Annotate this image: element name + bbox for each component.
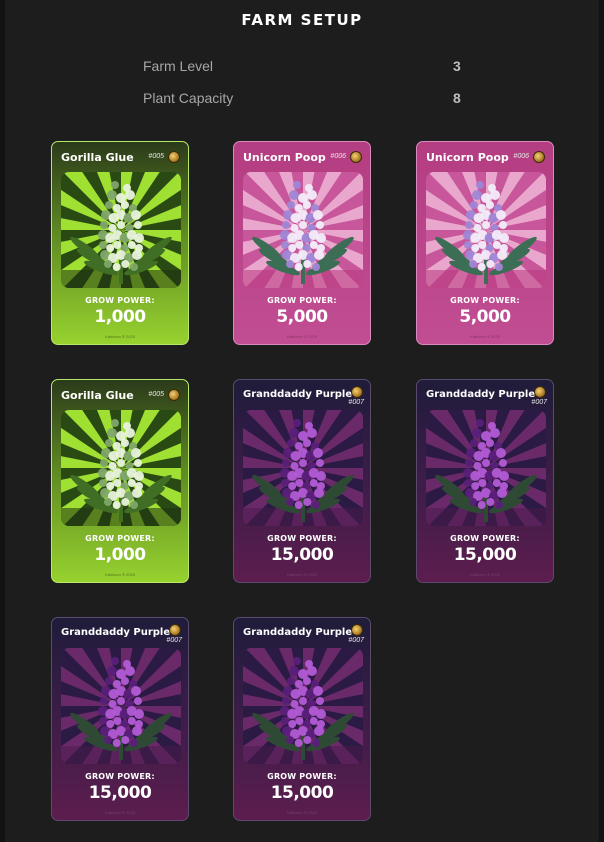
plant-name: Unicorn Poop (426, 151, 509, 164)
grow-power-label: GROW POWER: (85, 772, 155, 781)
card-footer: Kabloom ® 2025 (287, 334, 317, 339)
card-footer: Kabloom ® 2025 (105, 810, 135, 815)
farm-level-label: Farm Level (143, 58, 214, 74)
plant-capacity-value: 8 (453, 90, 461, 106)
cannabis-bud-icon (426, 410, 546, 526)
grow-power-value: 1,000 (94, 545, 146, 565)
grow-power-value: 15,000 (270, 783, 334, 803)
plant-name: Granddaddy Purple (61, 627, 171, 638)
coin-icon (533, 151, 545, 163)
plant-card-8[interactable]: Granddaddy Purple #007 GROW POWER: 15,00… (233, 617, 371, 821)
card-footer: Kabloom ® 2025 (105, 334, 135, 339)
plant-number: #006 (513, 153, 529, 160)
plant-number: #005 (148, 391, 164, 398)
cannabis-bud-icon (426, 172, 546, 288)
coin-icon (350, 151, 362, 163)
plant-card-4[interactable]: Gorilla Glue #005 GROW POWER: 1,000 Kabl… (51, 379, 189, 583)
grow-power-label: GROW POWER: (450, 534, 520, 543)
plant-card-3[interactable]: Unicorn Poop #006 GROW POWER: 5,000 Kabl… (416, 141, 554, 345)
plant-card-2[interactable]: Unicorn Poop #006 GROW POWER: 5,000 Kabl… (233, 141, 371, 345)
cannabis-bud-icon (61, 648, 181, 764)
grow-power-label: GROW POWER: (267, 772, 337, 781)
page-title: FARM SETUP (241, 11, 363, 29)
coin-icon (168, 389, 180, 401)
cannabis-bud-icon (243, 648, 363, 764)
coin-icon (169, 624, 181, 636)
grow-power-value: 15,000 (453, 545, 517, 565)
plant-card-5[interactable]: Granddaddy Purple #007 GROW POWER: 15,00… (233, 379, 371, 583)
farm-level-value: 3 (453, 58, 461, 74)
grow-power-value: 5,000 (459, 307, 511, 327)
grow-power-value: 15,000 (88, 783, 152, 803)
plant-name: Gorilla Glue (61, 151, 134, 164)
grow-power-label: GROW POWER: (85, 296, 155, 305)
coin-icon (351, 386, 363, 398)
card-footer: Kabloom ® 2025 (287, 572, 317, 577)
plant-name: Granddaddy Purple (426, 389, 536, 400)
plant-name: Unicorn Poop (243, 151, 326, 164)
grow-power-label: GROW POWER: (450, 296, 520, 305)
plant-number: #007 (531, 399, 547, 406)
card-footer: Kabloom ® 2025 (470, 334, 500, 339)
grow-power-value: 15,000 (270, 545, 334, 565)
grow-power-label: GROW POWER: (267, 534, 337, 543)
grow-power-label: GROW POWER: (267, 296, 337, 305)
coin-icon (351, 624, 363, 636)
plant-number: #007 (166, 637, 182, 644)
cannabis-bud-icon (61, 410, 181, 526)
card-footer: Kabloom ® 2025 (105, 572, 135, 577)
coin-icon (534, 386, 546, 398)
card-footer: Kabloom ® 2025 (287, 810, 317, 815)
grow-power-label: GROW POWER: (85, 534, 155, 543)
plant-name: Granddaddy Purple (243, 627, 353, 638)
cannabis-bud-icon (61, 172, 181, 288)
plant-name: Gorilla Glue (61, 389, 134, 402)
grow-power-value: 5,000 (276, 307, 328, 327)
plant-card-7[interactable]: Granddaddy Purple #007 GROW POWER: 15,00… (51, 617, 189, 821)
plant-card-6[interactable]: Granddaddy Purple #007 GROW POWER: 15,00… (416, 379, 554, 583)
plant-card-1[interactable]: Gorilla Glue #005 GROW POWER: 1,000 Kabl… (51, 141, 189, 345)
grow-power-value: 1,000 (94, 307, 146, 327)
card-footer: Kabloom ® 2025 (470, 572, 500, 577)
cannabis-bud-icon (243, 410, 363, 526)
coin-icon (168, 151, 180, 163)
plant-number: #007 (348, 637, 364, 644)
plant-number: #006 (330, 153, 346, 160)
plant-number: #005 (148, 153, 164, 160)
plant-number: #007 (348, 399, 364, 406)
plant-name: Granddaddy Purple (243, 389, 353, 400)
cannabis-bud-icon (243, 172, 363, 288)
plant-capacity-label: Plant Capacity (143, 90, 234, 106)
